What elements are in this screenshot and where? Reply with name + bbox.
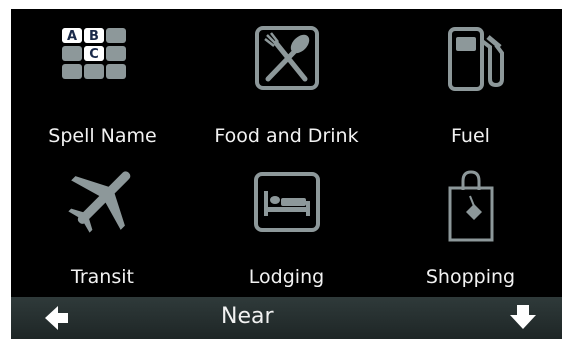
category-label: Food and Drink <box>214 125 359 147</box>
shopping-bag-icon <box>448 170 493 242</box>
category-label: Fuel <box>451 125 490 147</box>
bottom-bar: Near <box>11 297 562 339</box>
fuel-pump-icon <box>447 27 504 91</box>
category-label: Lodging <box>248 266 325 288</box>
screen: A B C Spell Name Food and Drink Fuel Tra… <box>11 9 562 339</box>
category-label: Shopping <box>425 266 516 288</box>
airplane-icon <box>67 171 130 233</box>
key-c: C <box>89 47 99 62</box>
category-transit[interactable]: Transit <box>11 160 194 300</box>
arrow-down-icon <box>510 305 536 329</box>
fork-and-spoon-icon <box>254 26 319 90</box>
scroll-down-button[interactable] <box>491 297 561 339</box>
category-spell-name[interactable]: A B C Spell Name <box>11 19 194 159</box>
category-label: Spell Name <box>48 125 157 147</box>
keyboard-icon: A B C <box>61 28 126 79</box>
back-button[interactable] <box>31 297 101 339</box>
category-label: Transit <box>71 266 134 288</box>
key-b: B <box>89 29 99 44</box>
key-a: A <box>66 29 76 44</box>
arrow-left-icon <box>45 306 68 330</box>
category-food-and-drink[interactable]: Food and Drink <box>195 19 378 159</box>
category-lodging[interactable]: Lodging <box>195 160 378 300</box>
bed-icon <box>253 172 320 232</box>
category-fuel[interactable]: Fuel <box>379 19 562 159</box>
category-shopping[interactable]: Shopping <box>379 160 562 300</box>
page-title: Near <box>221 304 274 329</box>
